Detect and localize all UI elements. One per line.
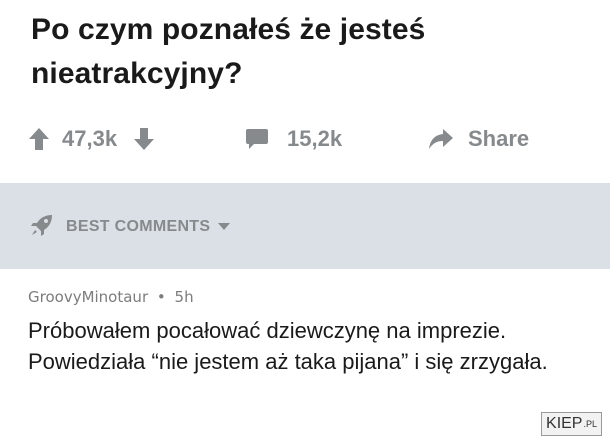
comment-age: 5h xyxy=(174,288,194,306)
rocket-icon xyxy=(30,213,54,242)
meta-separator: • xyxy=(156,288,166,306)
share-arrow-icon xyxy=(428,128,454,150)
post-screen: Po czym poznałeś że jesteś nieatrakcyjny… xyxy=(0,0,610,445)
vote-count: 47,3k xyxy=(62,126,118,151)
comment: GroovyMinotaur • 5h Próbowałem pocałować… xyxy=(28,286,588,377)
site-watermark: KIEP .PL xyxy=(541,412,602,436)
arrow-down-icon[interactable] xyxy=(133,127,155,151)
vote-control: 47,3k xyxy=(28,118,155,160)
comment-body: Próbowałem pocałować dziewczynę na impre… xyxy=(28,318,548,374)
share-label: Share xyxy=(468,126,530,151)
share-button[interactable]: Share xyxy=(428,118,529,160)
watermark-main: KIEP xyxy=(546,415,583,432)
caret-down-icon xyxy=(218,218,231,236)
comments-button[interactable]: 15,2k xyxy=(245,118,342,160)
comment-count: 15,2k xyxy=(287,126,343,151)
arrow-up-icon[interactable] xyxy=(28,127,50,151)
comment-sort-bar: BEST COMMENTS xyxy=(0,183,610,269)
comment-meta: GroovyMinotaur • 5h xyxy=(28,286,588,308)
sort-dropdown[interactable]: BEST COMMENTS xyxy=(30,213,231,242)
post-action-bar: 47,3k 15,2k Share xyxy=(0,118,610,160)
comment-author[interactable]: GroovyMinotaur xyxy=(28,288,148,306)
watermark-suffix: .PL xyxy=(583,419,597,429)
sort-label: BEST COMMENTS xyxy=(66,218,211,235)
comment-bubble-icon xyxy=(245,128,269,150)
post-title: Po czym poznałeś że jesteś nieatrakcyjny… xyxy=(31,13,426,90)
